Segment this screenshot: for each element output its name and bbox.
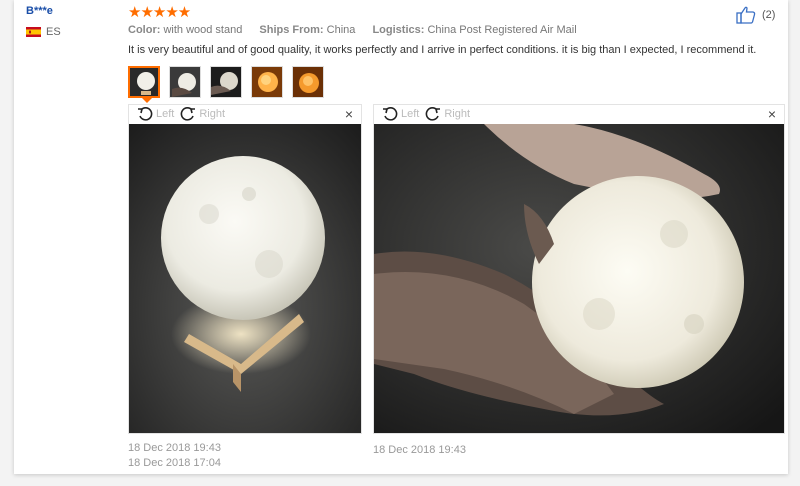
thumbnail-5[interactable] <box>292 66 324 98</box>
rotate-right-icon <box>181 107 196 121</box>
rotate-left-label: Left <box>156 108 175 120</box>
review-date: 18 Dec 2018 19:43 <box>128 442 221 454</box>
image-viewer-left: Left Right × <box>128 104 362 434</box>
viewer-toolbar: Left Right × <box>374 105 784 123</box>
selected-thumbnail-pointer <box>141 97 153 103</box>
helpful-count: (2) <box>762 9 776 21</box>
review-photo-left[interactable] <box>129 124 361 433</box>
review-date: 18 Dec 2018 17:04 <box>128 457 221 469</box>
thumbs-up-icon <box>736 6 756 24</box>
ships-from-value: China <box>326 24 356 36</box>
rotate-right-label: Right <box>444 108 471 120</box>
ships-from-label: Ships From: <box>259 24 324 36</box>
reviewer-name[interactable]: B***e <box>26 5 53 17</box>
rotate-left-icon <box>138 107 153 121</box>
review-date: 18 Dec 2018 19:43 <box>373 444 466 456</box>
spain-flag-icon <box>26 27 41 37</box>
rotate-left-button[interactable]: Left <box>137 106 174 122</box>
rotate-right-label: Right <box>199 108 226 120</box>
color-value: with wood stand <box>163 24 243 36</box>
thumbnail-2[interactable] <box>169 66 201 98</box>
country-code: ES <box>46 26 61 38</box>
rotate-right-button[interactable]: Right <box>180 106 225 122</box>
color-label: Color: <box>128 24 161 36</box>
review-photo-right[interactable] <box>374 124 784 433</box>
rotate-left-icon <box>383 107 398 121</box>
image-viewer-right: Left Right × <box>373 104 785 434</box>
review-text: It is very beautiful and of good quality… <box>128 44 757 56</box>
helpful-button[interactable]: (2) <box>736 6 775 24</box>
rotate-right-icon <box>426 107 441 121</box>
logistics-value: China Post Registered Air Mail <box>427 24 577 36</box>
logistics-label: Logistics: <box>372 24 425 36</box>
order-meta: Color: with wood stand Ships From: China… <box>128 24 591 36</box>
close-icon[interactable]: × <box>768 106 776 122</box>
reviewer-country: ES <box>26 26 61 38</box>
rotate-left-label: Left <box>401 108 420 120</box>
thumbnail-1[interactable] <box>128 66 160 98</box>
thumbnail-4[interactable] <box>251 66 283 98</box>
rotate-left-button[interactable]: Left <box>382 106 419 122</box>
star-rating: ★★★★★ <box>128 4 191 21</box>
rotate-right-button[interactable]: Right <box>425 106 470 122</box>
close-icon[interactable]: × <box>345 106 353 122</box>
viewer-toolbar: Left Right × <box>129 105 361 123</box>
thumbnail-3[interactable] <box>210 66 242 98</box>
review-thumbnails <box>128 66 324 98</box>
